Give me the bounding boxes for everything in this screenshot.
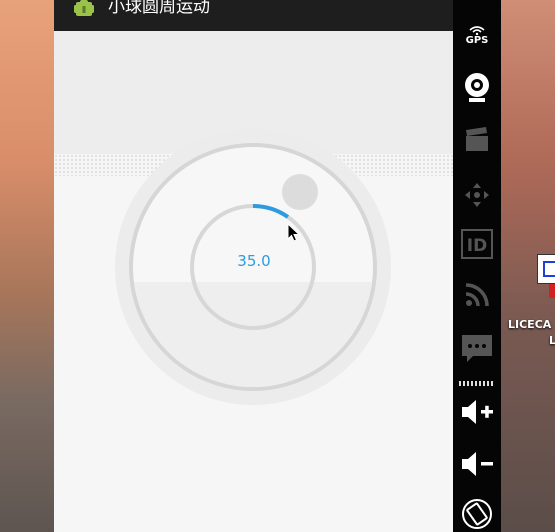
- toolbar-separator: [459, 381, 495, 386]
- mouse-cursor-icon: [287, 223, 301, 242]
- rss-icon: [465, 283, 489, 307]
- camera-button[interactable]: [453, 125, 501, 155]
- volume-down-button[interactable]: [453, 448, 501, 480]
- rotate-icon: [462, 499, 492, 529]
- chat-icon: [462, 335, 492, 362]
- volume-up-icon: [462, 400, 493, 424]
- webcam-icon: [465, 73, 489, 102]
- dpad-icon: [465, 183, 489, 207]
- webcam-button[interactable]: [453, 70, 501, 106]
- dial-lower-shade: [133, 282, 373, 387]
- orbit-ball[interactable]: [282, 174, 318, 210]
- dial-value: 35.0: [237, 252, 271, 270]
- svg-text:ID: ID: [467, 236, 487, 256]
- wifi-icon: [469, 26, 485, 35]
- sms-button[interactable]: [453, 332, 501, 366]
- rss-button[interactable]: [453, 280, 501, 310]
- dpad-button[interactable]: [453, 180, 501, 210]
- clapperboard-icon: [466, 127, 488, 151]
- desktop-wallpaper-left: [0, 0, 54, 532]
- id-button[interactable]: ID: [453, 227, 501, 261]
- desktop-icon-badge: [549, 284, 555, 298]
- gps-button[interactable]: GPS: [453, 22, 501, 50]
- volume-up-button[interactable]: [453, 396, 501, 428]
- emulator-screen: 小球圆周运动 35.0: [54, 0, 453, 532]
- desktop-icon-label-line2: L: [549, 334, 555, 347]
- id-icon: ID: [461, 229, 493, 259]
- gps-label: GPS: [465, 35, 489, 46]
- rotate-button[interactable]: [453, 497, 501, 531]
- desktop-icon-label[interactable]: LICECA: [508, 318, 551, 331]
- emulator-toolbar: GPS ID: [453, 0, 501, 532]
- desktop-file-icon[interactable]: [537, 254, 555, 284]
- volume-down-icon: [462, 452, 493, 476]
